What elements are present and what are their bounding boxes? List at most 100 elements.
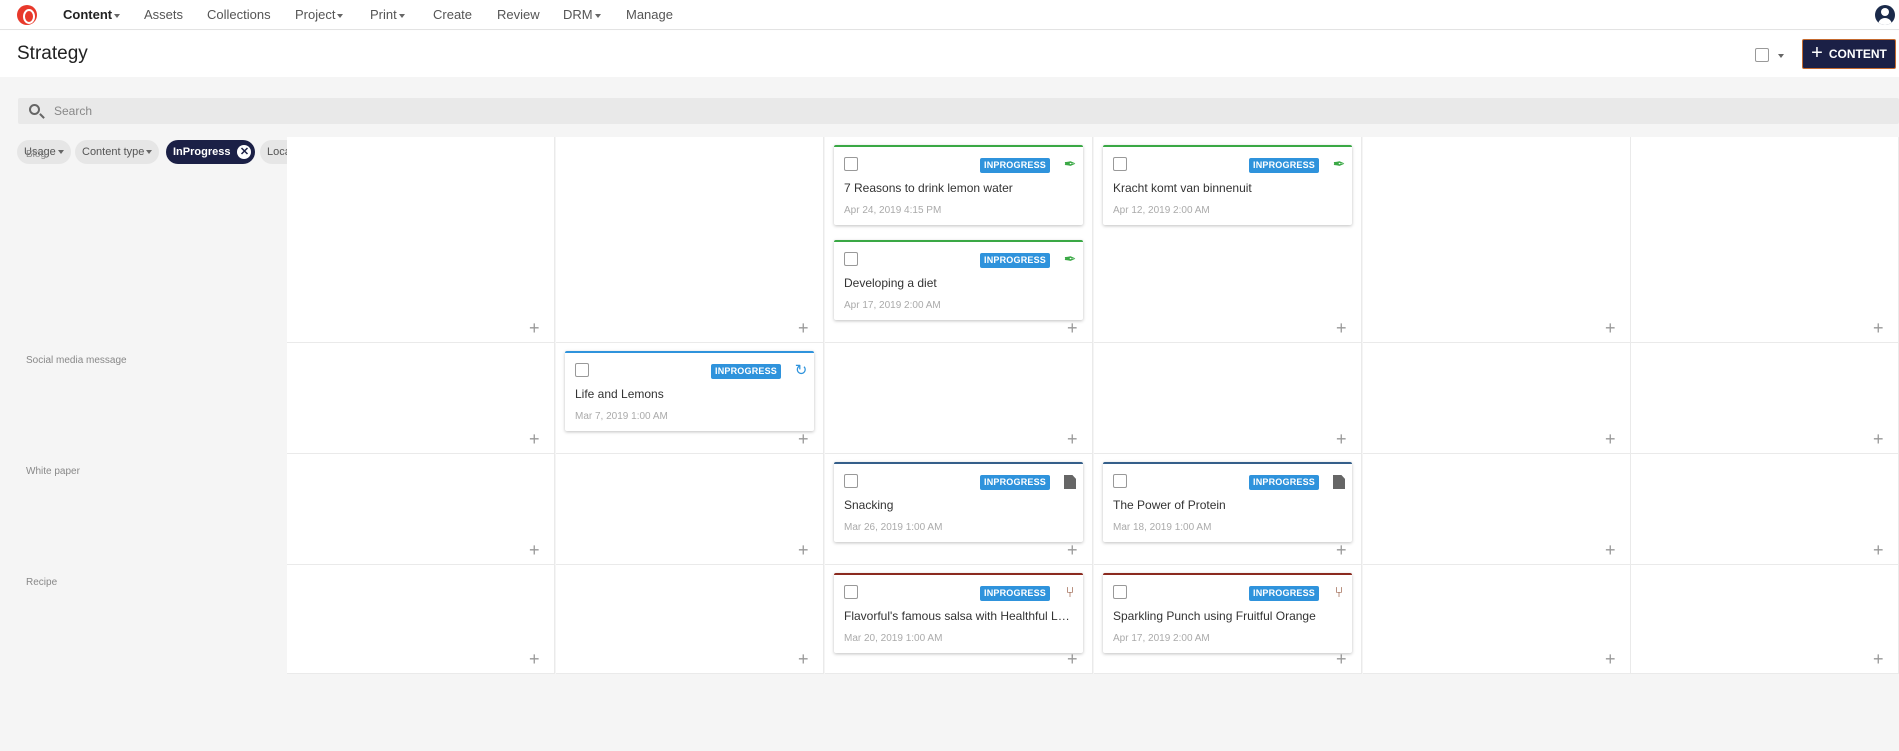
nav-item-label: DRM bbox=[563, 7, 593, 22]
nav-item-create[interactable]: Create bbox=[433, 7, 472, 22]
board-cell: + bbox=[287, 565, 555, 674]
content-card[interactable]: INPROGRESS Snacking Mar 26, 2019 1:00 AM bbox=[834, 462, 1083, 542]
add-to-cell-button[interactable]: + bbox=[798, 319, 809, 337]
add-to-cell-button[interactable]: + bbox=[1067, 541, 1078, 559]
card-checkbox[interactable] bbox=[575, 363, 589, 377]
chevron-down-icon bbox=[594, 13, 601, 18]
content-card[interactable]: INPROGRESS The Power of Protein Mar 18, 20… bbox=[1103, 462, 1352, 542]
filter-chip-inprogress[interactable]: InProgress ✕ bbox=[166, 140, 256, 164]
card-checkbox[interactable] bbox=[844, 474, 858, 488]
card-checkbox[interactable] bbox=[1113, 157, 1127, 171]
content-card[interactable]: INPROGRESS ✒ 7 Reasons to drink lemon wate… bbox=[834, 145, 1083, 225]
nav-item-print[interactable]: Print bbox=[370, 7, 405, 22]
chevron-down-icon bbox=[337, 13, 344, 18]
nav-item-label: Content bbox=[63, 7, 113, 22]
search-input[interactable] bbox=[54, 98, 1854, 124]
card-checkbox[interactable] bbox=[844, 252, 858, 266]
add-to-cell-button[interactable]: + bbox=[798, 650, 809, 668]
board-cell: + bbox=[1094, 343, 1362, 454]
nav-item-content[interactable]: Content bbox=[63, 7, 121, 22]
card-date: Mar 20, 2019 1:00 AM bbox=[844, 633, 943, 644]
top-navigation: Content Assets Collections Project Print Crea… bbox=[0, 0, 1899, 30]
add-to-cell-button[interactable]: + bbox=[1336, 541, 1347, 559]
filter-chip-label: Content type bbox=[82, 146, 145, 158]
chevron-down-icon bbox=[114, 13, 121, 18]
add-to-cell-button[interactable]: + bbox=[798, 430, 809, 448]
select-all-checkbox[interactable] bbox=[1755, 48, 1769, 62]
add-to-cell-button[interactable]: + bbox=[1873, 430, 1884, 448]
card-title: Snacking bbox=[844, 498, 894, 512]
feather-icon: ✒ bbox=[1063, 251, 1077, 268]
card-title: 7 Reasons to drink lemon water bbox=[844, 181, 1013, 195]
nav-item-collections[interactable]: Collections bbox=[207, 7, 271, 22]
add-to-cell-button[interactable]: + bbox=[1605, 541, 1616, 559]
feather-icon: ✒ bbox=[1063, 156, 1077, 173]
add-to-cell-button[interactable]: + bbox=[529, 650, 540, 668]
page-title: Strategy bbox=[17, 43, 88, 64]
card-checkbox[interactable] bbox=[844, 157, 858, 171]
add-to-cell-button[interactable]: + bbox=[529, 541, 540, 559]
nav-item-project[interactable]: Project bbox=[295, 7, 344, 22]
card-checkbox[interactable] bbox=[1113, 585, 1127, 599]
card-date: Mar 26, 2019 1:00 AM bbox=[844, 522, 943, 533]
nav-item-label: Review bbox=[497, 7, 540, 22]
chevron-down-icon bbox=[57, 150, 64, 154]
add-to-cell-button[interactable]: + bbox=[1336, 319, 1347, 337]
card-title: Sparkling Punch using Fruitful Orange bbox=[1113, 609, 1316, 623]
card-date: Apr 17, 2019 2:00 AM bbox=[844, 300, 941, 311]
add-to-cell-button[interactable]: + bbox=[798, 541, 809, 559]
content-card[interactable]: INPROGRESS ✒ Kracht komt van binnenuit Apr … bbox=[1103, 145, 1352, 225]
card-title: Kracht komt van binnenuit bbox=[1113, 181, 1252, 195]
board-cell: + bbox=[1363, 454, 1631, 565]
chevron-down-icon bbox=[398, 13, 405, 18]
content-card[interactable]: INPROGRESS ✒ Developing a diet Apr 17, 2019… bbox=[834, 240, 1083, 320]
board-cell: + bbox=[1363, 565, 1631, 674]
board-cell: + bbox=[1363, 137, 1631, 343]
add-to-cell-button[interactable]: + bbox=[1873, 319, 1884, 337]
add-to-cell-button[interactable]: + bbox=[1067, 430, 1078, 448]
add-to-cell-button[interactable]: + bbox=[1873, 650, 1884, 668]
document-icon bbox=[1062, 474, 1078, 490]
add-to-cell-button[interactable]: + bbox=[1605, 650, 1616, 668]
add-to-cell-button[interactable]: + bbox=[1067, 319, 1078, 337]
add-to-cell-button[interactable]: + bbox=[1873, 541, 1884, 559]
add-to-cell-button[interactable]: + bbox=[529, 319, 540, 337]
close-icon[interactable]: ✕ bbox=[237, 145, 252, 159]
add-to-cell-button[interactable]: + bbox=[1605, 430, 1616, 448]
status-badge: INPROGRESS bbox=[980, 586, 1051, 601]
board-cell: + bbox=[556, 137, 824, 343]
board-cell: + bbox=[287, 343, 555, 454]
filter-chip-content-type[interactable]: Content type bbox=[75, 140, 160, 164]
fork-knife-icon: ⑂ bbox=[1334, 584, 1344, 601]
content-card[interactable]: INPROGRESS ⑂ Flavorful's famous salsa with… bbox=[834, 573, 1083, 653]
card-title: Life and Lemons bbox=[575, 387, 664, 401]
nav-item-label: Assets bbox=[144, 7, 184, 22]
content-card[interactable]: INPROGRESS ⑂ Sparkling Punch using Fruitfu… bbox=[1103, 573, 1352, 653]
card-checkbox[interactable] bbox=[844, 585, 858, 599]
status-badge: INPROGRESS bbox=[1249, 475, 1320, 490]
board-cell: + bbox=[1631, 137, 1899, 343]
add-to-cell-button[interactable]: + bbox=[1336, 430, 1347, 448]
nav-item-drm[interactable]: DRM bbox=[563, 7, 601, 22]
row-label: Blog bbox=[26, 149, 47, 160]
board-cell: + bbox=[287, 454, 555, 565]
plus-icon: + bbox=[1811, 42, 1823, 64]
card-checkbox[interactable] bbox=[1113, 474, 1127, 488]
nav-item-review[interactable]: Review bbox=[497, 7, 540, 22]
card-date: Mar 7, 2019 1:00 AM bbox=[575, 411, 668, 422]
board-cell: + bbox=[825, 343, 1093, 454]
card-date: Apr 12, 2019 2:00 AM bbox=[1113, 205, 1210, 216]
nav-item-assets[interactable]: Assets bbox=[144, 7, 183, 22]
row-label: Social media message bbox=[26, 355, 127, 366]
nav-item-manage[interactable]: Manage bbox=[626, 7, 673, 22]
content-card[interactable]: INPROGRESS ↻ Life and Lemons Mar 7, 2019 1:… bbox=[565, 351, 814, 431]
status-badge: INPROGRESS bbox=[980, 475, 1051, 490]
add-content-button[interactable]: + CONTENT bbox=[1802, 39, 1896, 69]
add-to-cell-button[interactable]: + bbox=[529, 430, 540, 448]
select-all-chevron-down-icon[interactable] bbox=[1778, 54, 1784, 58]
add-to-cell-button[interactable]: + bbox=[1605, 319, 1616, 337]
nav-item-label: Collections bbox=[207, 7, 271, 22]
user-avatar-icon[interactable] bbox=[1875, 5, 1895, 25]
feather-icon: ✒ bbox=[1332, 156, 1346, 173]
app-logo[interactable] bbox=[17, 5, 37, 25]
